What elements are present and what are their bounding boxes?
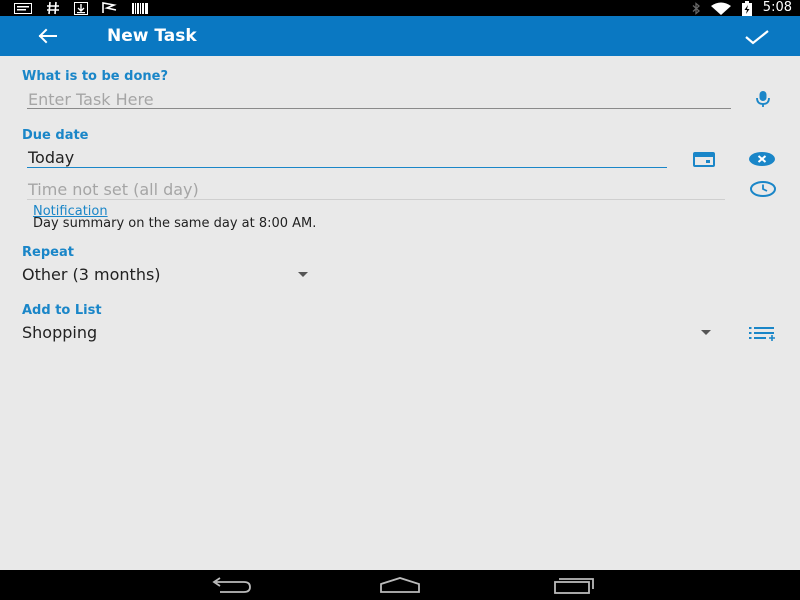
add-list-button[interactable] — [746, 322, 778, 344]
app-bar: New Task — [0, 16, 800, 56]
task-input[interactable]: Enter Task Here — [28, 90, 154, 109]
back-arrow-icon — [38, 28, 57, 44]
list-dropdown-arrow-icon[interactable] — [701, 330, 711, 335]
clock-icon — [750, 181, 776, 197]
clear-due-date-button[interactable] — [748, 148, 776, 170]
status-icons-left — [14, 1, 148, 15]
download-icon — [74, 1, 88, 15]
list-label: Add to List — [22, 303, 102, 318]
task-label: What is to be done? — [22, 69, 168, 84]
barcode-icon — [132, 2, 148, 14]
recents-nav-icon — [554, 578, 594, 594]
repeat-select[interactable]: Other (3 months) — [22, 265, 161, 284]
status-time: 5:08 — [762, 0, 792, 15]
message-icon — [14, 2, 32, 14]
voice-input-button[interactable] — [750, 88, 776, 110]
microphone-icon — [756, 91, 770, 107]
due-date-label: Due date — [22, 128, 89, 143]
page-title: New Task — [107, 26, 197, 46]
calendar-button[interactable] — [690, 148, 718, 170]
list-add-icon — [749, 327, 775, 341]
repeat-dropdown-arrow-icon[interactable] — [298, 272, 308, 277]
home-nav-icon — [380, 577, 420, 593]
notification-description: Day summary on the same day at 8:00 AM. — [33, 216, 317, 231]
calendar-icon — [693, 152, 715, 167]
bluetooth-icon — [691, 1, 701, 15]
nav-recents-button[interactable] — [542, 572, 602, 598]
battery-charging-icon — [741, 0, 753, 16]
wifi-icon — [710, 2, 731, 15]
clear-circle-icon — [749, 152, 775, 166]
list-select[interactable]: Shopping — [22, 323, 97, 342]
set-time-button[interactable] — [748, 178, 778, 200]
flag-icon — [102, 2, 118, 14]
status-icons-right: 5:08 — [691, 0, 792, 16]
back-button[interactable] — [36, 24, 60, 48]
due-date-underline — [27, 167, 667, 168]
checkmark-icon — [745, 30, 769, 45]
back-nav-icon — [212, 577, 251, 593]
time-field-underline — [27, 199, 725, 200]
status-bar: 5:08 — [0, 0, 800, 16]
nav-home-button[interactable] — [370, 572, 430, 598]
save-button[interactable] — [742, 24, 772, 48]
repeat-label: Repeat — [22, 245, 74, 260]
navigation-bar — [0, 570, 800, 600]
task-input-underline — [27, 108, 731, 109]
nav-back-button[interactable] — [200, 572, 260, 598]
hash-icon — [46, 1, 60, 15]
due-date-field[interactable]: Today — [28, 148, 74, 167]
time-field[interactable]: Time not set (all day) — [28, 180, 199, 199]
